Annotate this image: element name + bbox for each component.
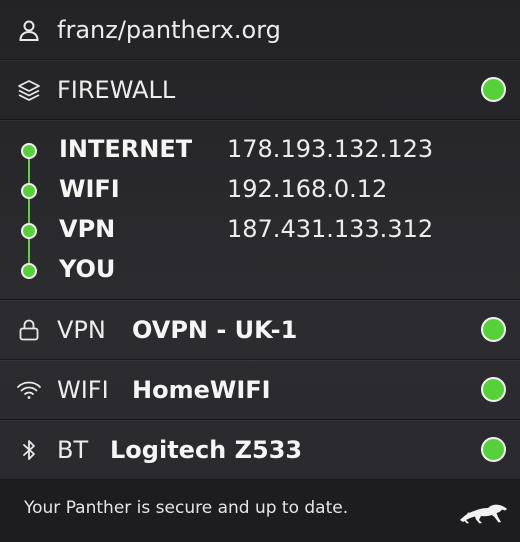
chain-name-internet: INTERNET bbox=[59, 135, 193, 163]
chain-line bbox=[28, 151, 30, 271]
wifi-label: WIFI bbox=[57, 375, 109, 404]
bt-value: Logitech Z533 bbox=[110, 435, 303, 464]
bt-label: BT bbox=[57, 435, 89, 464]
chain-name-vpn: VPN bbox=[59, 215, 116, 243]
bluetooth-icon bbox=[16, 437, 42, 463]
account-row[interactable]: franz/pantherx.org bbox=[0, 0, 520, 60]
firewall-status-indicator bbox=[481, 77, 506, 102]
chain-node-internet bbox=[21, 143, 37, 159]
account-name: franz/pantherx.org bbox=[57, 15, 281, 44]
status-message: Your Panther is secure and up to date. bbox=[24, 498, 349, 518]
chain-node-vpn bbox=[21, 223, 37, 239]
chain-ip-internet: 178.193.132.123 bbox=[227, 135, 434, 163]
chain-node-you bbox=[21, 263, 37, 279]
bt-status-indicator bbox=[481, 437, 506, 462]
firewall-label: FIREWALL bbox=[57, 75, 176, 104]
vpn-value: OVPN - UK-1 bbox=[132, 315, 298, 344]
firewall-row[interactable]: FIREWALL bbox=[0, 60, 520, 120]
panther-logo-icon bbox=[458, 496, 510, 526]
user-icon bbox=[16, 17, 42, 43]
status-panel: franz/pantherx.org FIREWALL INTERNET 178… bbox=[0, 0, 520, 542]
wifi-status-indicator bbox=[481, 377, 506, 402]
layers-icon bbox=[16, 77, 42, 103]
chain-node-wifi bbox=[21, 183, 37, 199]
wifi-icon bbox=[16, 377, 42, 403]
wifi-row[interactable]: WIFI HomeWIFI bbox=[0, 360, 520, 420]
chain-ip-vpn: 187.431.133.312 bbox=[227, 215, 434, 243]
chain-ip-wifi: 192.168.0.12 bbox=[227, 175, 388, 203]
chain-name-wifi: WIFI bbox=[59, 175, 120, 203]
bt-row[interactable]: BT Logitech Z533 bbox=[0, 420, 520, 480]
lock-icon bbox=[16, 317, 42, 343]
vpn-status-indicator bbox=[481, 317, 506, 342]
connection-chain: INTERNET 178.193.132.123 WIFI 192.168.0.… bbox=[0, 120, 520, 300]
footer-bar: Your Panther is secure and up to date. bbox=[0, 480, 520, 542]
wifi-value: HomeWIFI bbox=[132, 375, 271, 404]
vpn-label: VPN bbox=[57, 315, 106, 344]
chain-name-you: YOU bbox=[59, 255, 116, 283]
vpn-row[interactable]: VPN OVPN - UK-1 bbox=[0, 300, 520, 360]
